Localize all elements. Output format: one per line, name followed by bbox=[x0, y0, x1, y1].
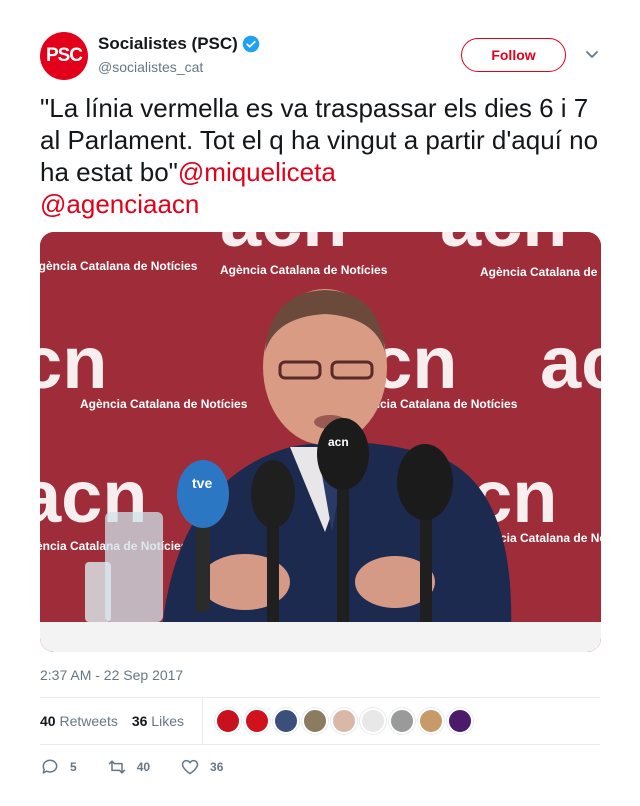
likes-stat[interactable]: 36 Likes bbox=[132, 713, 184, 729]
water-jug bbox=[105, 512, 163, 622]
chevron-down-icon[interactable] bbox=[584, 46, 600, 62]
likes-label: Likes bbox=[151, 713, 184, 729]
user-handle[interactable]: @socialistes_cat bbox=[98, 59, 260, 75]
microphone bbox=[251, 460, 295, 528]
like-count: 36 bbox=[210, 760, 224, 774]
avatar[interactable]: PSC bbox=[40, 32, 88, 80]
backdrop-caption: Agència Catalana de Notícies bbox=[40, 259, 198, 273]
like-button[interactable]: 36 bbox=[180, 757, 223, 777]
engagement-stats: 40 Retweets 36 Likes bbox=[40, 698, 600, 744]
mention-link[interactable]: @agenciaacn bbox=[40, 189, 199, 219]
reply-button[interactable]: 5 bbox=[40, 757, 77, 777]
divider bbox=[40, 744, 600, 745]
liker-avatar[interactable] bbox=[359, 708, 386, 734]
verified-badge-icon bbox=[242, 35, 260, 53]
liker-avatar[interactable] bbox=[446, 708, 473, 734]
retweets-stat[interactable]: 40 Retweets bbox=[40, 713, 118, 729]
tweet-photo[interactable]: acn acn acn acn acn acn acn Agència Cata… bbox=[40, 232, 601, 652]
backdrop-caption: Agència Catalana de Notícies bbox=[480, 265, 601, 279]
liker-avatar[interactable] bbox=[330, 708, 357, 734]
mention-link[interactable]: @miqueliceta bbox=[178, 157, 336, 187]
liker-avatar[interactable] bbox=[301, 708, 328, 734]
tweet-actions: 5 40 36 bbox=[40, 754, 253, 780]
liker-avatar[interactable] bbox=[214, 708, 241, 734]
tve-microphone bbox=[177, 460, 229, 528]
backdrop-logo: acn bbox=[40, 321, 108, 404]
liker-avatar[interactable] bbox=[243, 708, 270, 734]
likes-count: 36 bbox=[131, 713, 148, 729]
tweet-header: PSC Socialistes (PSC) @socialistes_cat F… bbox=[40, 32, 600, 82]
follow-button[interactable]: Follow bbox=[461, 38, 566, 72]
reply-icon bbox=[42, 759, 58, 774]
display-name-text[interactable]: Socialistes (PSC) bbox=[98, 34, 238, 54]
retweet-count: 40 bbox=[136, 760, 151, 774]
mic-label-acn: acn bbox=[328, 435, 349, 449]
microphone bbox=[397, 444, 453, 520]
retweet-button[interactable]: 40 bbox=[107, 757, 150, 777]
stats-separator bbox=[201, 698, 203, 744]
liker-avatar[interactable] bbox=[272, 708, 299, 734]
table bbox=[40, 622, 601, 652]
press-conference-photo: acn acn acn acn acn acn acn Agència Cata… bbox=[40, 232, 601, 652]
timestamp[interactable]: 2:37 AM - 22 Sep 2017 bbox=[40, 667, 183, 683]
liker-avatars bbox=[214, 708, 473, 734]
retweets-count: 40 bbox=[40, 713, 56, 729]
water-glass bbox=[85, 562, 111, 622]
display-name[interactable]: Socialistes (PSC) bbox=[98, 34, 260, 54]
backdrop-logo: acn bbox=[440, 232, 568, 262]
liker-avatar[interactable] bbox=[388, 708, 415, 734]
reply-count: 5 bbox=[70, 760, 77, 774]
liker-avatar[interactable] bbox=[417, 708, 444, 734]
mic-label-tve: tve bbox=[192, 475, 212, 491]
retweet-icon bbox=[108, 760, 125, 774]
acn-microphone bbox=[317, 418, 369, 490]
tweet-text: "La línia vermella es va traspassar els … bbox=[40, 92, 605, 220]
backdrop-logo: acn bbox=[540, 321, 601, 404]
backdrop-caption: Agència Catalana de Notícies bbox=[220, 263, 388, 277]
backdrop-logo: acn bbox=[220, 232, 348, 262]
backdrop-caption: Agència Catalana de Notícies bbox=[80, 397, 248, 411]
retweets-label: Retweets bbox=[59, 713, 118, 729]
heart-icon bbox=[181, 759, 199, 775]
author-names: Socialistes (PSC) @socialistes_cat bbox=[98, 34, 260, 75]
